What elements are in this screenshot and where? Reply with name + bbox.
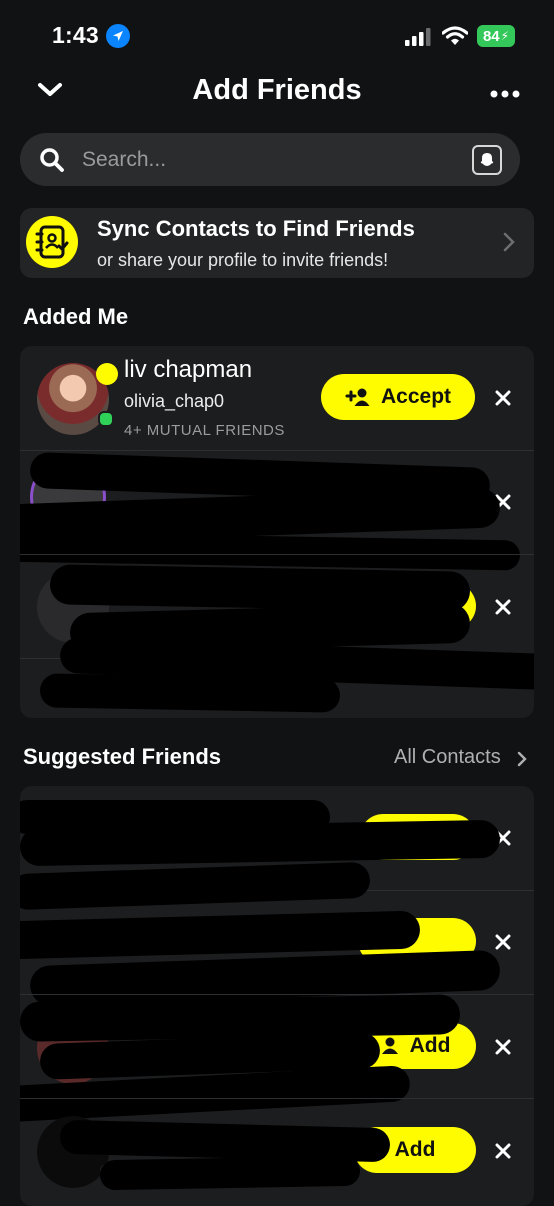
online-indicator-dot: [98, 411, 114, 427]
wifi-icon: [441, 26, 469, 51]
sync-contacts-card[interactable]: Sync Contacts to Find Friends or share y…: [20, 208, 534, 278]
suggested-friends-list: Add Add: [20, 786, 534, 1206]
contacts-book-icon: [26, 216, 78, 268]
battery-level: 84: [482, 27, 500, 45]
redaction-mark: [20, 861, 371, 911]
suggested-friends-heading: Suggested Friends: [23, 744, 222, 769]
chevron-right-icon: [503, 232, 515, 257]
friend-username: olivia_chap0: [124, 391, 225, 411]
row-divider: [20, 1098, 534, 1099]
new-indicator-dot: [96, 363, 118, 385]
page-title: Add Friends: [192, 74, 362, 106]
redaction-mark: [99, 1155, 361, 1191]
charging-bolt-icon: ⚡: [500, 29, 510, 43]
all-contacts-link[interactable]: All Contacts: [394, 746, 501, 769]
sync-contacts-subtitle: or share your profile to invite friends!: [97, 250, 389, 270]
mutual-friends-count: 4+ MUTUAL FRIENDS: [124, 422, 285, 439]
search-input[interactable]: [80, 143, 464, 177]
dismiss-button[interactable]: [492, 596, 514, 618]
cellular-signal-icon: [405, 28, 431, 51]
row-divider: [20, 450, 534, 451]
battery-indicator: 84 ⚡: [477, 25, 515, 47]
accept-label: Accept: [380, 385, 452, 408]
more-options-button[interactable]: [490, 86, 520, 104]
redaction-mark: [39, 673, 341, 713]
friend-name: liv chapman: [124, 356, 253, 383]
added-me-heading: Added Me: [23, 304, 129, 329]
snapcode-scan-icon[interactable]: [472, 145, 502, 175]
row-divider: [20, 994, 534, 995]
dismiss-button[interactable]: [492, 387, 514, 409]
dismiss-button[interactable]: [492, 1036, 514, 1058]
add-label: Add: [409, 1034, 451, 1057]
added-me-list: liv chapman olivia_chap0 4+ MUTUAL FRIEN…: [20, 346, 534, 718]
search-bar[interactable]: [20, 133, 520, 186]
dismiss-button[interactable]: [492, 931, 514, 953]
add-friend-icon: [345, 388, 370, 406]
chevron-right-icon[interactable]: [517, 751, 527, 772]
sync-contacts-title: Sync Contacts to Find Friends: [97, 216, 415, 241]
status-time: 1:43: [52, 22, 99, 48]
dismiss-button[interactable]: [492, 1140, 514, 1162]
add-friend-icon: [381, 1037, 398, 1054]
row-divider: [20, 554, 534, 555]
redaction-mark: [20, 994, 461, 1042]
location-arrow-icon: [106, 24, 130, 48]
search-icon: [39, 147, 65, 178]
accept-button[interactable]: Accept: [321, 374, 475, 420]
add-label: Add: [394, 1138, 436, 1161]
